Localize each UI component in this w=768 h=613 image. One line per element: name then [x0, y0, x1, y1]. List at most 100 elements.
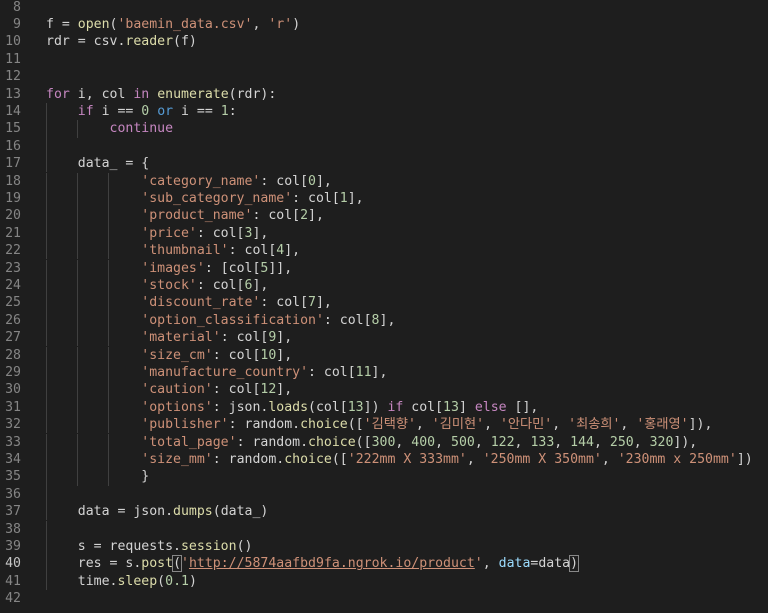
- code-token: ,: [395, 434, 412, 450]
- code-line[interactable]: 17 data_ = {: [0, 155, 768, 173]
- code-editor[interactable]: 89f = open('baemin_data.csv', 'r') 10 rdr …: [0, 0, 768, 613]
- code-line[interactable]: 15 continue: [0, 120, 768, 138]
- line-code: 'total_page': random.choice([300, 400, 5…: [46, 434, 697, 451]
- code-line[interactable]: 27 'material': col[9],: [0, 329, 768, 347]
- code-line[interactable]: 23 'images': [col[5]],: [0, 259, 768, 277]
- code-token: 144: [570, 434, 594, 450]
- code-line[interactable]: 29 'manufacture_country': col[11],: [0, 363, 768, 382]
- code-token: : col[: [323, 312, 372, 328]
- code-line[interactable]: 24 'stock': col[6],: [0, 276, 768, 295]
- code-line[interactable]: 8: [0, 0, 768, 16]
- code-token: in: [133, 86, 150, 102]
- code-token: (rdr):: [228, 86, 277, 102]
- code-token: (): [236, 538, 253, 554]
- code-token: ([: [347, 417, 364, 433]
- code-token: choice: [308, 434, 356, 450]
- line-code: for i, col in enumerate(rdr):: [46, 86, 276, 103]
- line-number: 22: [5, 243, 21, 259]
- code-token: 'thumbnail': [141, 243, 229, 259]
- code-line[interactable]: 39 s = requests.session(): [0, 537, 768, 556]
- line-code: res = s.post('http://5874aafbd9fa.ngrok.…: [46, 555, 580, 573]
- code-line[interactable]: 30 'caution': col[12],: [0, 381, 768, 399]
- line-code: 'manufacture_country': col[11],: [46, 364, 387, 381]
- code-token: time.: [77, 573, 118, 589]
- line-code: if i == 0 or i == 1:: [46, 103, 237, 120]
- code-token: ,: [482, 556, 499, 572]
- code-line[interactable]: 37 data = json.dumps(data_): [0, 503, 768, 521]
- code-line[interactable]: 9 f = open('baemin_data.csv', 'r'): [0, 16, 768, 33]
- code-token: 12: [260, 382, 277, 398]
- code-line[interactable]: 26 'option_classification': col[8],: [0, 311, 768, 330]
- line-number: 32: [5, 417, 21, 433]
- code-token: 'options': [141, 399, 213, 415]
- code-token: ': [181, 556, 189, 572]
- line-number: 20: [5, 208, 21, 224]
- code-token: loads: [268, 399, 309, 415]
- code-line[interactable]: 10 rdr = csv.reader(f): [0, 33, 768, 50]
- code-line[interactable]: 12: [0, 68, 768, 85]
- code-line[interactable]: 25 'discount_rate': col[7],: [0, 294, 768, 312]
- line-code: time.sleep(0.1): [46, 573, 197, 590]
- code-line[interactable]: 21 'price': col[3],: [0, 224, 768, 243]
- code-token: for: [46, 86, 70, 102]
- code-line[interactable]: 20 'product_name': col[2],: [0, 207, 768, 225]
- url-link[interactable]: http://5874aafbd9fa.ngrok.io/product: [189, 556, 475, 571]
- code-token: ]): [363, 399, 388, 415]
- line-code: 'size_mm': random.choice(['222mm X 333mm…: [46, 451, 752, 468]
- code-token: i ==: [93, 103, 142, 119]
- code-token: : json.: [212, 399, 269, 415]
- line-code: continue: [46, 120, 174, 137]
- code-token: ],: [276, 330, 293, 346]
- code-token: : random.: [212, 451, 285, 467]
- code-line[interactable]: 13 for i, col in enumerate(rdr):: [0, 86, 768, 103]
- code-token: 133: [530, 434, 555, 450]
- code-line[interactable]: 28 'size_cm': col[10],: [0, 346, 768, 364]
- code-line[interactable]: 32 'publisher': random.choice(['김택향', '김…: [0, 416, 768, 434]
- line-number: 41: [5, 573, 21, 589]
- code-line[interactable]: 34 'size_mm': random.choice(['222mm X 33…: [0, 450, 768, 469]
- code-line[interactable]: 41 time.sleep(0.1): [0, 572, 768, 591]
- line-code: 'discount_rate': col[7],: [46, 294, 332, 311]
- code-line[interactable]: 31 'options': json.loads(col[13]) if col…: [0, 398, 768, 417]
- code-line[interactable]: 40 res = s.post('http://5874aafbd9fa.ngr…: [0, 555, 768, 573]
- code-line[interactable]: 11: [0, 51, 768, 68]
- code-token: '홍래영': [636, 417, 689, 433]
- code-token: 122: [490, 434, 515, 450]
- code-token: sleep: [117, 573, 158, 589]
- line-number: 34: [5, 451, 21, 467]
- line-code: 'thumbnail': col[4],: [46, 242, 300, 259]
- code-line[interactable]: 36: [0, 485, 768, 504]
- code-token: if: [387, 399, 404, 415]
- code-token: open: [77, 16, 110, 32]
- code-token: '222mm X 333mm': [347, 451, 467, 467]
- code-token: 'r': [268, 16, 293, 32]
- code-token: ],: [379, 312, 396, 328]
- code-line[interactable]: 16: [0, 137, 768, 156]
- code-line[interactable]: 22 'thumbnail': col[4],: [0, 242, 768, 260]
- code-line[interactable]: 18 'category_name': col[0],: [0, 172, 768, 190]
- code-token: 320: [649, 434, 674, 450]
- line-number: 11: [5, 51, 21, 67]
- code-token: ,: [415, 417, 432, 433]
- code-token: 'size_cm': [141, 347, 213, 363]
- line-code: data_ = {: [46, 155, 149, 172]
- matched-bracket: (: [172, 555, 183, 573]
- code-token: : col[: [212, 382, 261, 398]
- code-line[interactable]: 42: [0, 590, 768, 607]
- code-line[interactable]: 19 'sub_category_name': col[1],: [0, 189, 768, 208]
- code-token: 'option_classification': [141, 312, 324, 328]
- code-token: 1: [339, 190, 348, 206]
- code-line[interactable]: 38: [0, 520, 768, 538]
- line-number: 28: [5, 347, 21, 363]
- line-number: 12: [5, 69, 21, 85]
- line-number: 16: [5, 138, 21, 154]
- line-number: 26: [5, 312, 21, 328]
- code-token: (f): [173, 34, 197, 50]
- code-line[interactable]: 14 if i == 0 or i == 1:: [0, 102, 768, 121]
- line-code: 'price': col[3],: [46, 225, 268, 242]
- code-line[interactable]: 35 }: [0, 468, 768, 486]
- code-line[interactable]: 33 'total_page': random.choice([300, 400…: [0, 433, 768, 451]
- code-token: ]: [458, 399, 475, 415]
- code-token: ],: [284, 243, 301, 259]
